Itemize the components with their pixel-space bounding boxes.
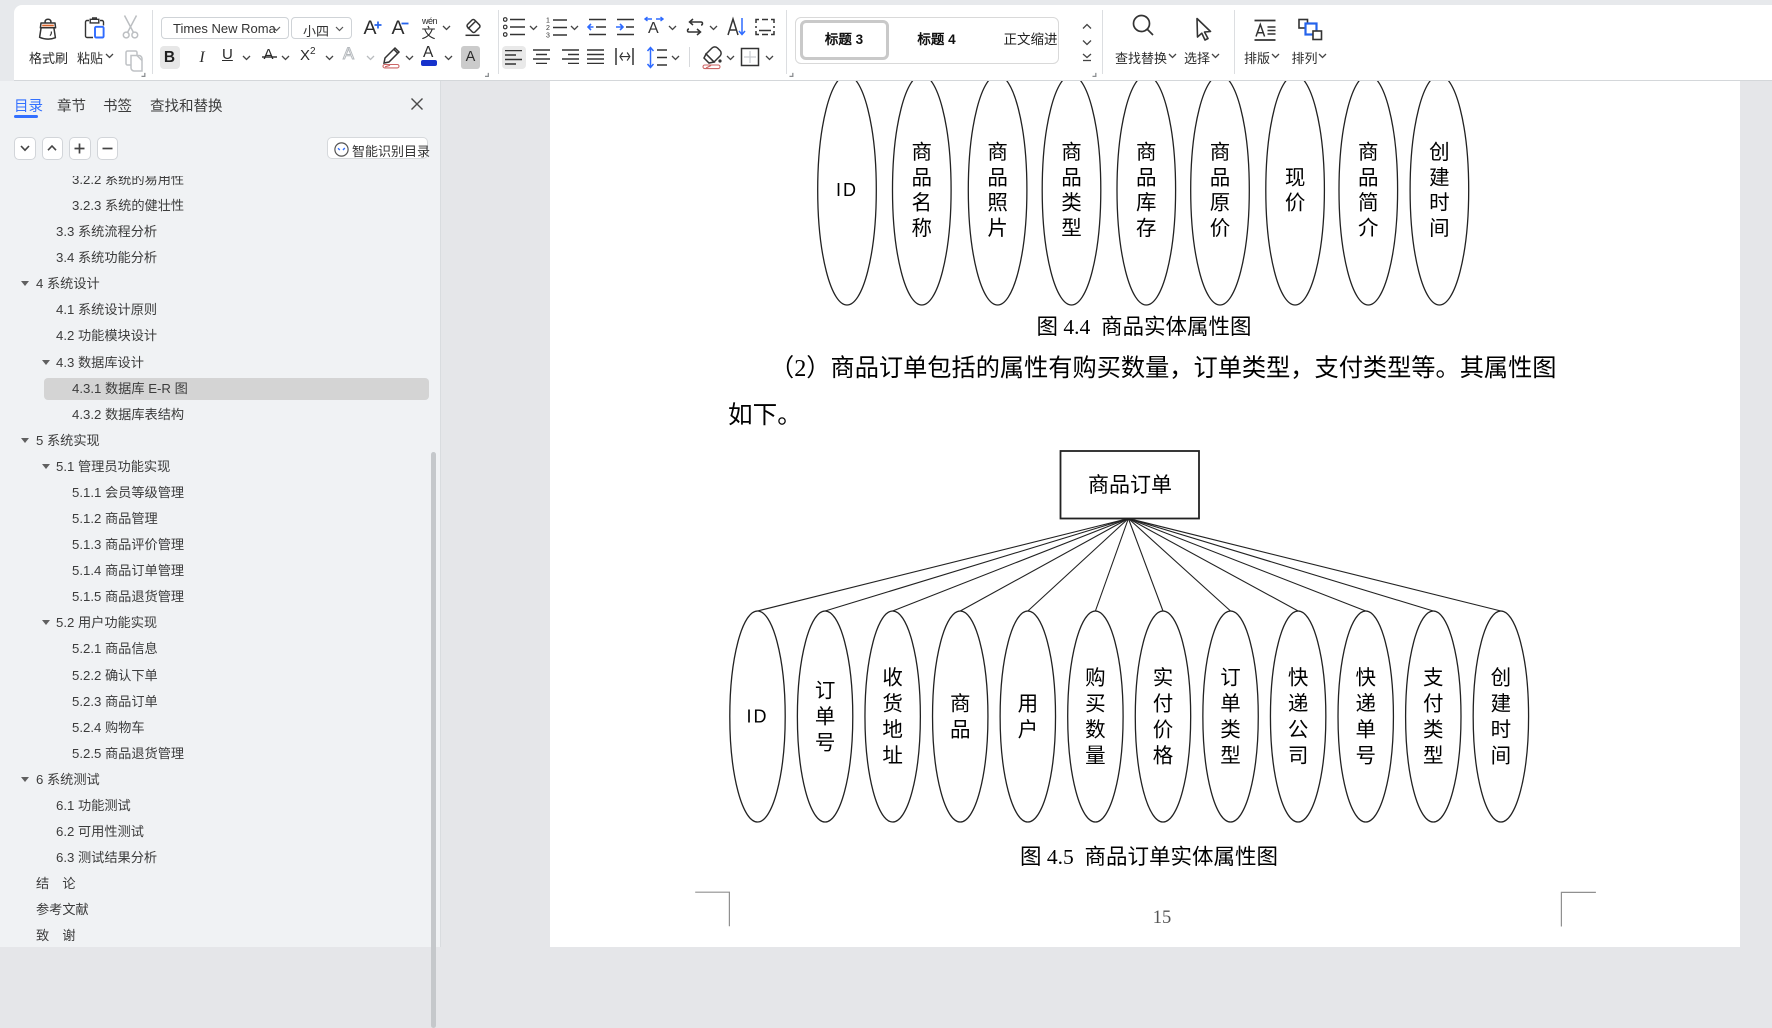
svg-text:1: 1 xyxy=(546,18,550,25)
svg-text:A: A xyxy=(648,20,659,37)
svg-text:3: 3 xyxy=(546,33,550,39)
svg-text:2: 2 xyxy=(546,25,550,32)
